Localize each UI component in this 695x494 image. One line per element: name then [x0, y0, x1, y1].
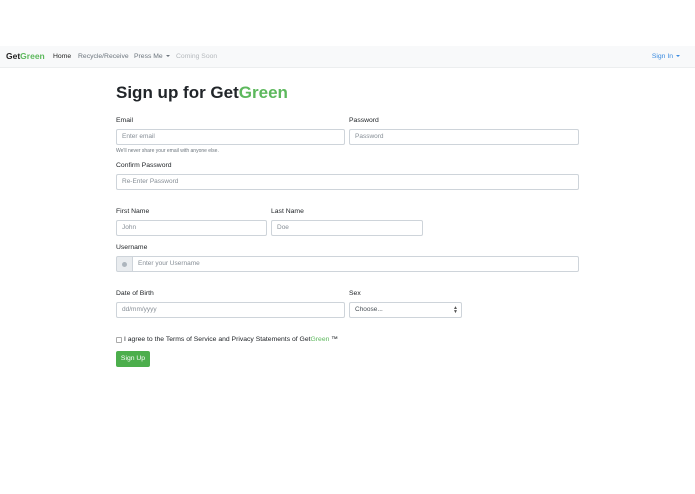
terms-text: I agree to the Terms of Service and Priv…: [124, 336, 311, 343]
password-label: Password: [349, 117, 379, 124]
nav-item-press-me-label: Press Me: [134, 53, 163, 60]
page-title: Sign up for GetGreen: [116, 83, 288, 103]
terms-trademark: ™: [329, 336, 339, 343]
confirm-password-field[interactable]: Re-Enter Password: [116, 174, 579, 190]
password-field[interactable]: Password: [349, 129, 579, 145]
sign-up-button[interactable]: Sign Up: [116, 351, 150, 367]
nav-item-recycle-receive[interactable]: Recycle/Receive: [78, 53, 129, 60]
sex-select[interactable]: Choose... ▲ ▼: [349, 302, 462, 318]
page-title-brand: Green: [238, 83, 288, 102]
top-navbar: GetGreen Home Recycle/Receive Press Me C…: [0, 46, 695, 68]
terms-checkbox[interactable]: [116, 337, 122, 343]
confirm-password-label: Confirm Password: [116, 162, 172, 169]
terms-brand: Green: [310, 336, 330, 343]
terms-label: I agree to the Terms of Service and Priv…: [124, 336, 338, 343]
nav-item-home[interactable]: Home: [53, 53, 71, 60]
brand-text-get: Get: [6, 51, 21, 61]
first-name-field[interactable]: John: [116, 220, 267, 236]
date-of-birth-field[interactable]: dd/mm/yyyy: [116, 302, 345, 318]
last-name-field[interactable]: Doe: [271, 220, 423, 236]
caret-down-icon: [165, 55, 170, 57]
select-arrows-icon: ▲ ▼: [453, 305, 458, 315]
username-field[interactable]: Enter your Username: [132, 256, 579, 272]
first-name-label: First Name: [116, 208, 150, 215]
sign-in-dropdown[interactable]: Sign In: [652, 53, 680, 60]
email-label: Email: [116, 117, 133, 124]
date-of-birth-label: Date of Birth: [116, 290, 154, 297]
brand-text-green: Green: [20, 51, 45, 61]
sign-in-label: Sign In: [651, 53, 673, 60]
caret-down-icon: [676, 55, 680, 57]
username-label: Username: [116, 244, 148, 251]
brand-logo[interactable]: GetGreen: [6, 51, 45, 61]
last-name-label: Last Name: [271, 208, 304, 215]
sex-label: Sex: [349, 290, 361, 297]
email-field[interactable]: Enter email: [116, 129, 345, 145]
page-title-text: Sign up for Get: [116, 83, 239, 102]
nav-item-coming-soon: Coming Soon: [176, 53, 218, 60]
user-dot-icon: [122, 262, 127, 267]
email-help-text: We'll never share your email with anyone…: [116, 148, 219, 154]
sex-select-value: Choose...: [355, 306, 383, 313]
username-prefix-addon: [116, 256, 133, 272]
nav-item-press-me-dropdown[interactable]: Press Me: [134, 53, 170, 60]
